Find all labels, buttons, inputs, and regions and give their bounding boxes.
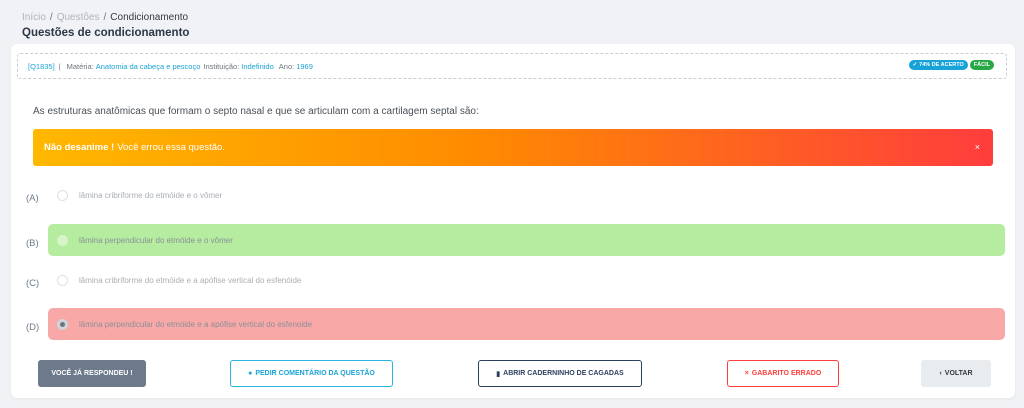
year-label: Ano: <box>278 61 295 71</box>
option-box-correct[interactable]: lâmina perpendicular do etmóide e o vôme… <box>48 224 1005 256</box>
option-letter: (C) <box>26 278 40 289</box>
alert-strong: Não desanime ! <box>44 142 115 153</box>
option-d[interactable]: (D) lâmina perpendicular do etmóide e a … <box>21 308 1007 340</box>
radio-button[interactable] <box>57 189 68 201</box>
breadcrumb: Início / Questões / Condicionamento <box>22 12 188 23</box>
breadcrumb-home[interactable]: Início <box>22 12 46 23</box>
option-c[interactable]: (C) lâmina cribriforme do etmóide e a ap… <box>21 264 1007 296</box>
chevron-left-icon: ‹ <box>939 370 942 377</box>
answered-button[interactable]: VOCÊ JÁ RESPONDEU ! <box>38 360 146 387</box>
badges: ✓ 74% DE ACERTO FÁCIL <box>908 60 994 70</box>
breadcrumb-questions[interactable]: Questões <box>57 12 100 23</box>
request-comment-button[interactable]: ● PEDIR COMENTÁRIO DA QUESTÃO <box>230 360 393 387</box>
option-text: lâmina perpendicular do etmóide e o vôme… <box>79 235 233 245</box>
breadcrumb-current: Condicionamento <box>110 12 189 23</box>
subject-label: Matéria: <box>66 61 94 71</box>
close-icon[interactable]: × <box>975 142 980 152</box>
option-letter: (D) <box>26 322 40 333</box>
option-b[interactable]: (B) lâmina perpendicular do etmóide e o … <box>21 224 1007 256</box>
option-box[interactable]: lâmina cribriforme do etmóide e o vômer <box>48 179 1005 211</box>
result-alert: Não desanime ! Você errou essa questão. … <box>33 129 993 166</box>
radio-button-checked[interactable] <box>57 318 68 330</box>
wrong-answer-key-button[interactable]: × GABARITO ERRADO <box>727 360 839 387</box>
x-icon: × <box>744 370 749 377</box>
accuracy-badge: ✓ 74% DE ACERTO <box>908 60 968 70</box>
back-button[interactable]: ‹ VOLTAR <box>921 360 991 387</box>
request-comment-label: PEDIR COMENTÁRIO DA QUESTÃO <box>255 370 375 377</box>
option-text: lâmina cribriforme do etmóide e o vômer <box>79 190 223 200</box>
answered-button-label: VOCÊ JÁ RESPONDEU ! <box>51 370 133 377</box>
radio-button[interactable] <box>57 234 68 246</box>
difficulty-badge: FÁCIL <box>969 60 994 70</box>
open-notebook-button[interactable]: ▮ ABRIR CADERNINHO DE CAGADAS <box>478 360 642 387</box>
question-card: [Q1835] | Matéria: Anatomia da cabeça e … <box>11 44 1015 398</box>
chat-bubble-icon: ● <box>248 370 253 377</box>
open-notebook-label: ABRIR CADERNINHO DE CAGADAS <box>503 370 624 377</box>
option-letter: (A) <box>26 193 39 204</box>
page-title: Questões de condicionamento <box>22 27 190 39</box>
book-icon: ▮ <box>496 370 501 378</box>
meta-pipe: | <box>58 61 61 71</box>
question-text: As estruturas anatômicas que formam o se… <box>33 106 479 117</box>
back-button-label: VOLTAR <box>944 370 973 377</box>
alert-text: Você errou essa questão. <box>117 142 225 153</box>
wrong-answer-key-label: GABARITO ERRADO <box>751 370 822 377</box>
institution-value: Indefinido <box>241 61 274 71</box>
accuracy-badge-label: 74% DE ACERTO <box>919 62 964 68</box>
option-box-wrong[interactable]: lâmina perpendicular do etmóide e a apóf… <box>48 308 1005 340</box>
year-value: 1969 <box>296 61 313 71</box>
option-letter: (B) <box>26 238 39 249</box>
institution-label: Instituição: <box>203 61 240 71</box>
check-icon: ✓ <box>912 62 918 68</box>
option-box[interactable]: lâmina cribriforme do etmóide e a apófis… <box>48 264 1005 296</box>
breadcrumb-separator: / <box>49 12 53 23</box>
question-meta-bar: [Q1835] | Matéria: Anatomia da cabeça e … <box>17 53 1007 79</box>
option-text: lâmina cribriforme do etmóide e a apófis… <box>79 275 302 285</box>
breadcrumb-separator: / <box>103 12 107 23</box>
question-id: [Q1835] <box>28 61 55 71</box>
subject-value: Anatomia da cabeça e pescoço <box>95 61 201 71</box>
radio-button[interactable] <box>57 274 68 286</box>
option-text: lâmina perpendicular do etmóide e a apóf… <box>79 319 313 329</box>
option-a[interactable]: (A) lâmina cribriforme do etmóide e o vô… <box>21 179 1007 211</box>
